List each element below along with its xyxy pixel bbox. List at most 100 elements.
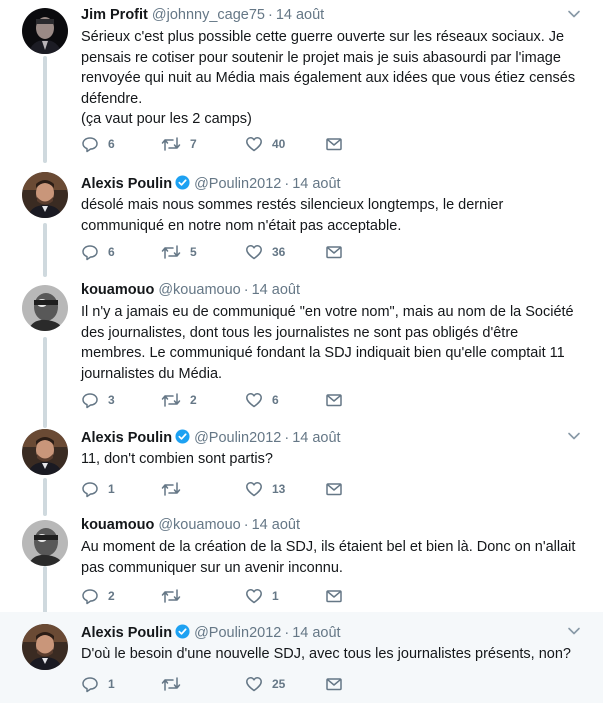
- like-icon: [246, 482, 262, 497]
- tweet[interactable]: Alexis Poulin @Poulin2012 · 14 août 11, …: [0, 423, 603, 512]
- tweet[interactable]: Alexis Poulin @Poulin2012 · 14 août déso…: [0, 158, 603, 273]
- like-count: 25: [272, 677, 286, 691]
- tweet-text: Sérieux c'est plus possible cette guerre…: [81, 29, 576, 127]
- like-icon: [246, 137, 262, 152]
- user-handle[interactable]: @Poulin2012: [194, 174, 281, 194]
- retweet-count: 7: [190, 137, 197, 151]
- avatar-jim-profit[interactable]: [22, 8, 68, 54]
- verified-badge-icon: [175, 429, 190, 444]
- user-handle[interactable]: @Poulin2012: [194, 428, 281, 448]
- like-button[interactable]: 25: [245, 674, 285, 694]
- display-name[interactable]: Alexis Poulin: [81, 428, 172, 448]
- retweet-icon: [161, 245, 181, 259]
- direct-message-icon: [326, 678, 342, 691]
- tweet-focused[interactable]: Alexis Poulin @Poulin2012 · 14 août D'où…: [0, 612, 603, 703]
- direct-message-icon: [326, 246, 342, 259]
- like-icon: [246, 677, 262, 692]
- retweet-icon: [161, 393, 181, 407]
- user-handle[interactable]: @kouamouo: [158, 280, 240, 300]
- display-name[interactable]: Jim Profit: [81, 5, 148, 25]
- display-name[interactable]: kouamouo: [81, 280, 154, 300]
- direct-message-icon: [326, 590, 342, 603]
- chevron-down-icon[interactable]: [567, 429, 581, 443]
- direct-message-button[interactable]: [325, 674, 343, 694]
- direct-message-icon: [326, 138, 342, 151]
- like-count: 36: [272, 245, 286, 259]
- tweet-text: D'où le besoin d'une nouvelle SDJ, avec …: [81, 646, 571, 662]
- separator: ·: [267, 7, 273, 23]
- avatar-alexis-poulin[interactable]: [22, 172, 68, 218]
- retweet-icon: [161, 589, 181, 603]
- reply-button[interactable]: 6: [81, 242, 115, 262]
- retweet-button[interactable]: [161, 479, 181, 499]
- timestamp[interactable]: 14 août: [252, 515, 300, 535]
- like-button[interactable]: 13: [245, 479, 285, 499]
- reply-icon: [82, 137, 98, 153]
- tweet-text: 11, don't combien sont partis?: [81, 451, 273, 467]
- tweet[interactable]: kouamouo @kouamouo · 14 août Il n'y a ja…: [0, 273, 603, 423]
- conversation-thread: Jim Profit @johnny_cage75 · 14 août Séri…: [0, 0, 603, 703]
- retweet-button[interactable]: 2: [161, 390, 197, 410]
- direct-message-button[interactable]: [325, 390, 343, 410]
- reply-button[interactable]: 6: [81, 134, 115, 154]
- reply-icon: [82, 482, 98, 498]
- like-button[interactable]: 6: [245, 390, 279, 410]
- display-name[interactable]: Alexis Poulin: [81, 174, 172, 194]
- like-count: 1: [272, 589, 279, 603]
- tweet[interactable]: kouamouo @kouamouo · 14 août Au moment d…: [0, 512, 603, 612]
- display-name[interactable]: Alexis Poulin: [81, 623, 172, 643]
- reply-count: 1: [108, 482, 115, 496]
- tweet-text: Il n'y a jamais eu de communiqué "en vot…: [81, 304, 574, 382]
- like-button[interactable]: 40: [245, 134, 285, 154]
- verified-badge-icon: [175, 624, 190, 639]
- retweet-button[interactable]: [161, 586, 181, 606]
- direct-message-button[interactable]: [325, 134, 343, 154]
- retweet-button[interactable]: 5: [161, 242, 197, 262]
- chevron-down-icon[interactable]: [567, 7, 581, 21]
- retweet-icon: [161, 482, 181, 496]
- reply-count: 3: [108, 393, 115, 407]
- reply-count: 6: [108, 245, 115, 259]
- reply-icon: [82, 393, 98, 409]
- chevron-down-icon[interactable]: [567, 624, 581, 638]
- separator: ·: [284, 176, 290, 192]
- user-handle[interactable]: @Poulin2012: [194, 623, 281, 643]
- timestamp[interactable]: 14 août: [292, 428, 340, 448]
- like-count: 6: [272, 393, 279, 407]
- avatar-alexis-poulin[interactable]: [22, 429, 68, 475]
- separator: ·: [284, 625, 290, 641]
- retweet-button[interactable]: 7: [161, 134, 197, 154]
- reply-button[interactable]: 2: [81, 586, 115, 606]
- timestamp[interactable]: 14 août: [252, 280, 300, 300]
- retweet-button[interactable]: [161, 674, 181, 694]
- reply-icon: [82, 245, 98, 261]
- avatar-kouamouo[interactable]: [22, 285, 68, 331]
- retweet-icon: [161, 677, 181, 691]
- separator: ·: [243, 517, 249, 533]
- reply-button[interactable]: 1: [81, 479, 115, 499]
- timestamp[interactable]: 14 août: [292, 174, 340, 194]
- timestamp[interactable]: 14 août: [276, 5, 324, 25]
- reply-button[interactable]: 1: [81, 674, 115, 694]
- user-handle[interactable]: @johnny_cage75: [152, 5, 265, 25]
- direct-message-icon: [326, 483, 342, 496]
- like-button[interactable]: 36: [245, 242, 285, 262]
- like-icon: [246, 393, 262, 408]
- verified-badge-icon: [175, 175, 190, 190]
- like-button[interactable]: 1: [245, 586, 279, 606]
- reply-icon: [82, 589, 98, 605]
- display-name[interactable]: kouamouo: [81, 515, 154, 535]
- timestamp[interactable]: 14 août: [292, 623, 340, 643]
- avatar-alexis-poulin[interactable]: [22, 624, 68, 670]
- user-handle[interactable]: @kouamouo: [158, 515, 240, 535]
- direct-message-icon: [326, 394, 342, 407]
- avatar-kouamouo[interactable]: [22, 520, 68, 566]
- direct-message-button[interactable]: [325, 242, 343, 262]
- direct-message-button[interactable]: [325, 479, 343, 499]
- direct-message-button[interactable]: [325, 586, 343, 606]
- reply-button[interactable]: 3: [81, 390, 115, 410]
- retweet-count: 2: [190, 393, 197, 407]
- separator: ·: [284, 430, 290, 446]
- like-icon: [246, 245, 262, 260]
- tweet[interactable]: Jim Profit @johnny_cage75 · 14 août Séri…: [0, 0, 603, 158]
